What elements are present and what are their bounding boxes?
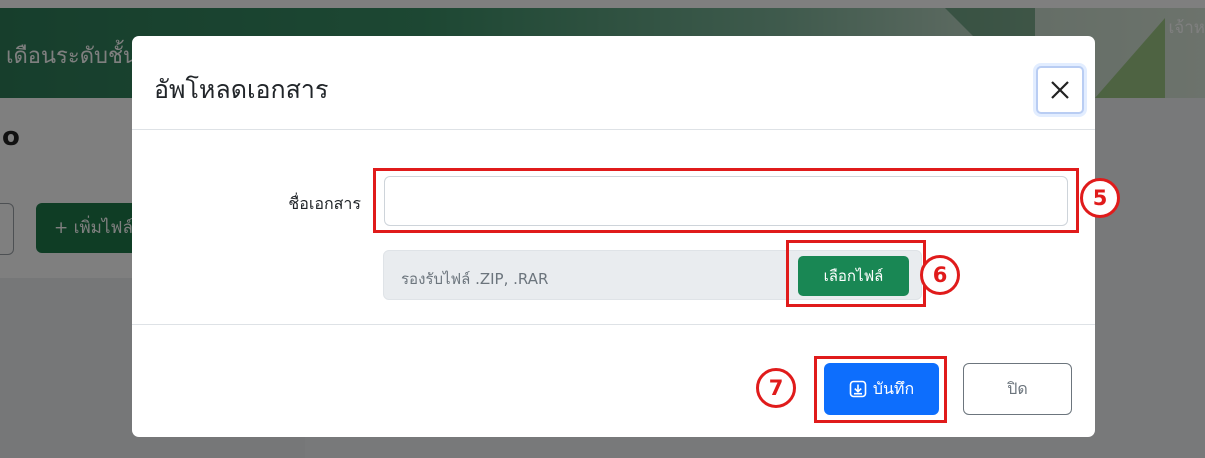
- upload-document-modal: อัพโหลดเอกสาร ชื่อเอกสาร รองรับไฟล์ .ZIP…: [132, 36, 1095, 437]
- modal-footer: บันทึก ปิด: [132, 324, 1095, 437]
- file-hint-text: รองรับไฟล์ .ZIP, .RAR: [401, 270, 549, 288]
- close-icon: [1051, 81, 1069, 99]
- document-name-label: ชื่อเอกสาร: [288, 194, 361, 213]
- annotation-marker-6: 6: [920, 255, 960, 295]
- close-footer-button[interactable]: ปิด: [963, 363, 1072, 415]
- annotation-box-choose-file: [786, 240, 926, 307]
- modal-title: อัพโหลดเอกสาร: [154, 75, 329, 104]
- annotation-box-document-name: [373, 168, 1079, 233]
- annotation-marker-5: 5: [1080, 178, 1120, 218]
- annotation-marker-7: 7: [756, 368, 796, 408]
- annotation-box-save: [814, 356, 947, 423]
- close-button[interactable]: [1036, 66, 1084, 114]
- modal-header: อัพโหลดเอกสาร: [132, 36, 1095, 130]
